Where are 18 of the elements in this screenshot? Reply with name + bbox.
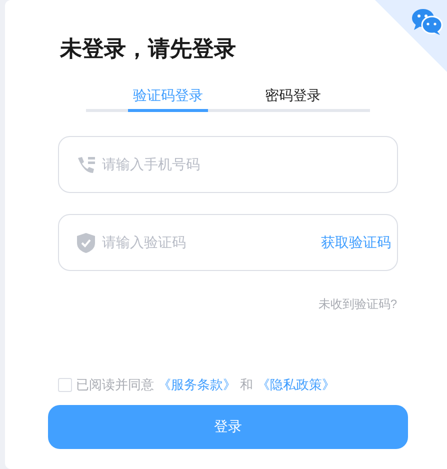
page-title: 未登录，请先登录 — [60, 35, 236, 63]
login-tab[interactable]: 验证码登录 — [128, 82, 208, 112]
conjunction-text: 和 — [240, 376, 253, 394]
agreement-text: 已阅读并同意 — [76, 376, 154, 394]
login-tab[interactable]: 密码登录 — [260, 82, 326, 112]
login-button[interactable]: 登录 — [48, 404, 408, 448]
terms-link[interactable]: 《服务条款》 — [158, 375, 236, 394]
agree-checkbox[interactable] — [58, 378, 72, 392]
phone-input[interactable]: 请输入手机号码 — [102, 154, 380, 175]
code-input[interactable]: 请输入验证码 — [102, 232, 315, 253]
phone-field[interactable]: 请输入手机号码 — [58, 136, 398, 193]
privacy-link[interactable]: 《隐私政策》 — [257, 375, 335, 394]
get-code-link[interactable]: 获取验证码 — [321, 232, 391, 253]
phone-icon — [76, 154, 96, 174]
no-code-link[interactable]: 未收到验证码? — [318, 295, 397, 313]
chat-bubbles-icon[interactable] — [411, 8, 443, 36]
code-field[interactable]: 请输入验证码 获取验证码 — [58, 214, 398, 271]
shield-check-icon — [76, 232, 96, 254]
